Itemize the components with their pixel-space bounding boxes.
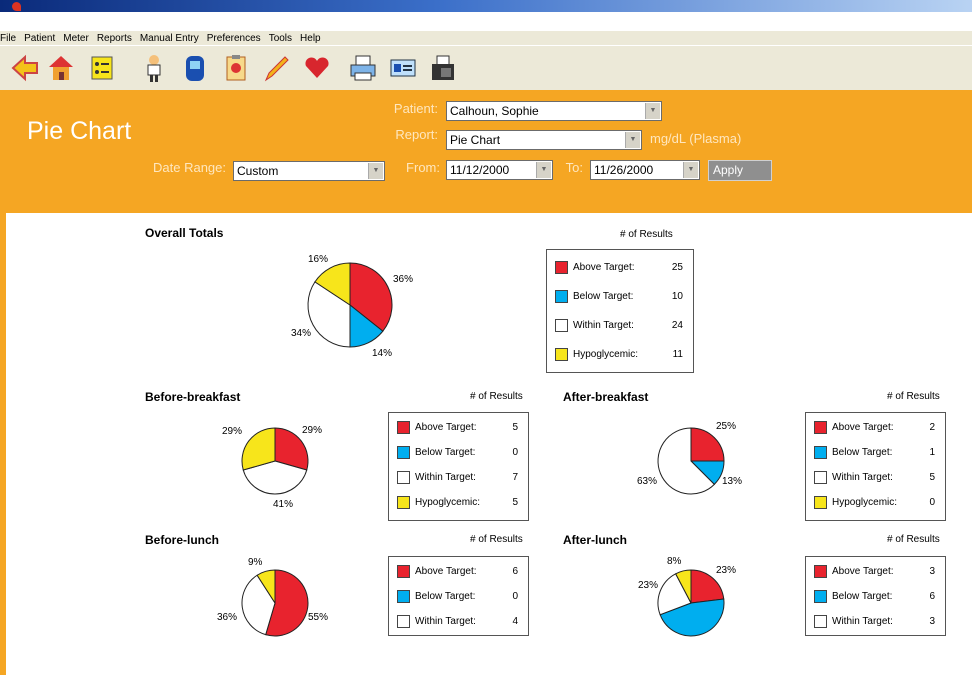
legend-label: Below Target: <box>832 591 893 602</box>
percent-label: 23% <box>638 580 659 591</box>
legend-row: Within Target: 3 <box>806 614 945 630</box>
legend-row: Below Target: 6 <box>806 589 945 605</box>
legend-label: Within Target: <box>832 616 893 627</box>
legend-swatch-below <box>814 590 827 603</box>
results-legend: Above Target: 3 Below Target: 6 Within Targe… <box>805 556 946 636</box>
legend-count: 6 <box>929 591 935 602</box>
legend-count: 3 <box>929 616 935 627</box>
legend-swatch-within <box>814 615 827 628</box>
legend-row: Above Target: 3 <box>806 564 945 580</box>
legend-label: Above Target: <box>832 566 894 577</box>
percent-label: 8% <box>667 556 682 567</box>
pie-chart-panel: After-lunch # of Results 23% 23% 8% Above Tar… <box>0 0 972 637</box>
percent-label: 23% <box>716 565 737 576</box>
pie-chart <box>657 569 725 637</box>
legend-swatch-above <box>814 565 827 578</box>
legend-count: 3 <box>929 566 935 577</box>
